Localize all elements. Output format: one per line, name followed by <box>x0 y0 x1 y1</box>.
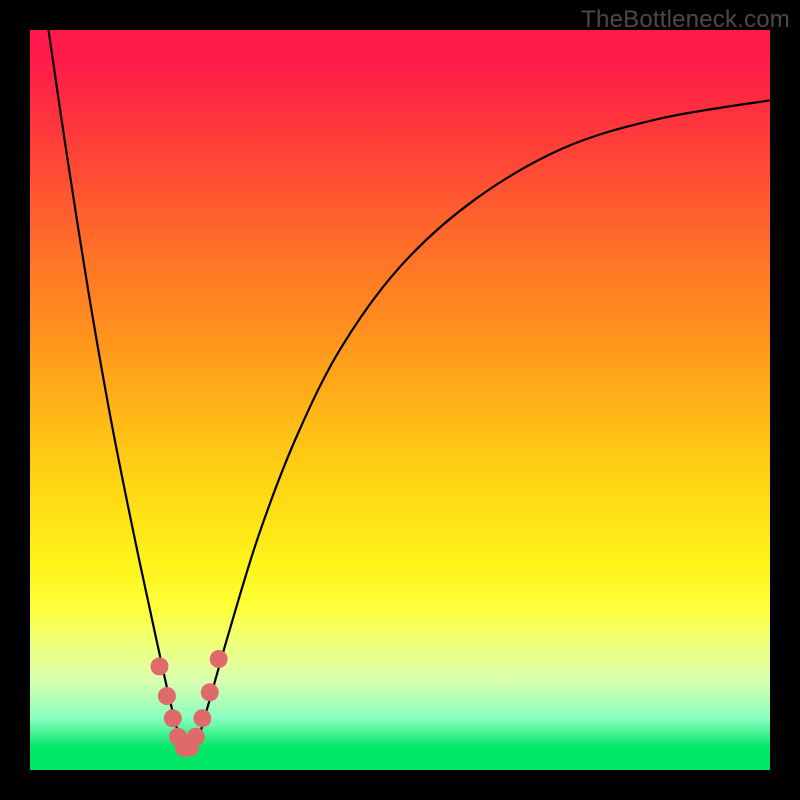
curve-svg <box>30 30 770 770</box>
highlight-dots <box>151 650 228 757</box>
outer-frame: TheBottleneck.com <box>0 0 800 800</box>
highlight-dot <box>193 709 211 727</box>
highlight-dot <box>187 728 205 746</box>
plot-area <box>30 30 770 770</box>
highlight-dot <box>151 657 169 675</box>
highlight-dot <box>201 683 219 701</box>
watermark-text: TheBottleneck.com <box>581 6 790 34</box>
highlight-dot <box>158 687 176 705</box>
highlight-dot <box>164 709 182 727</box>
bottleneck-curve <box>49 30 771 755</box>
highlight-dot <box>210 650 228 668</box>
